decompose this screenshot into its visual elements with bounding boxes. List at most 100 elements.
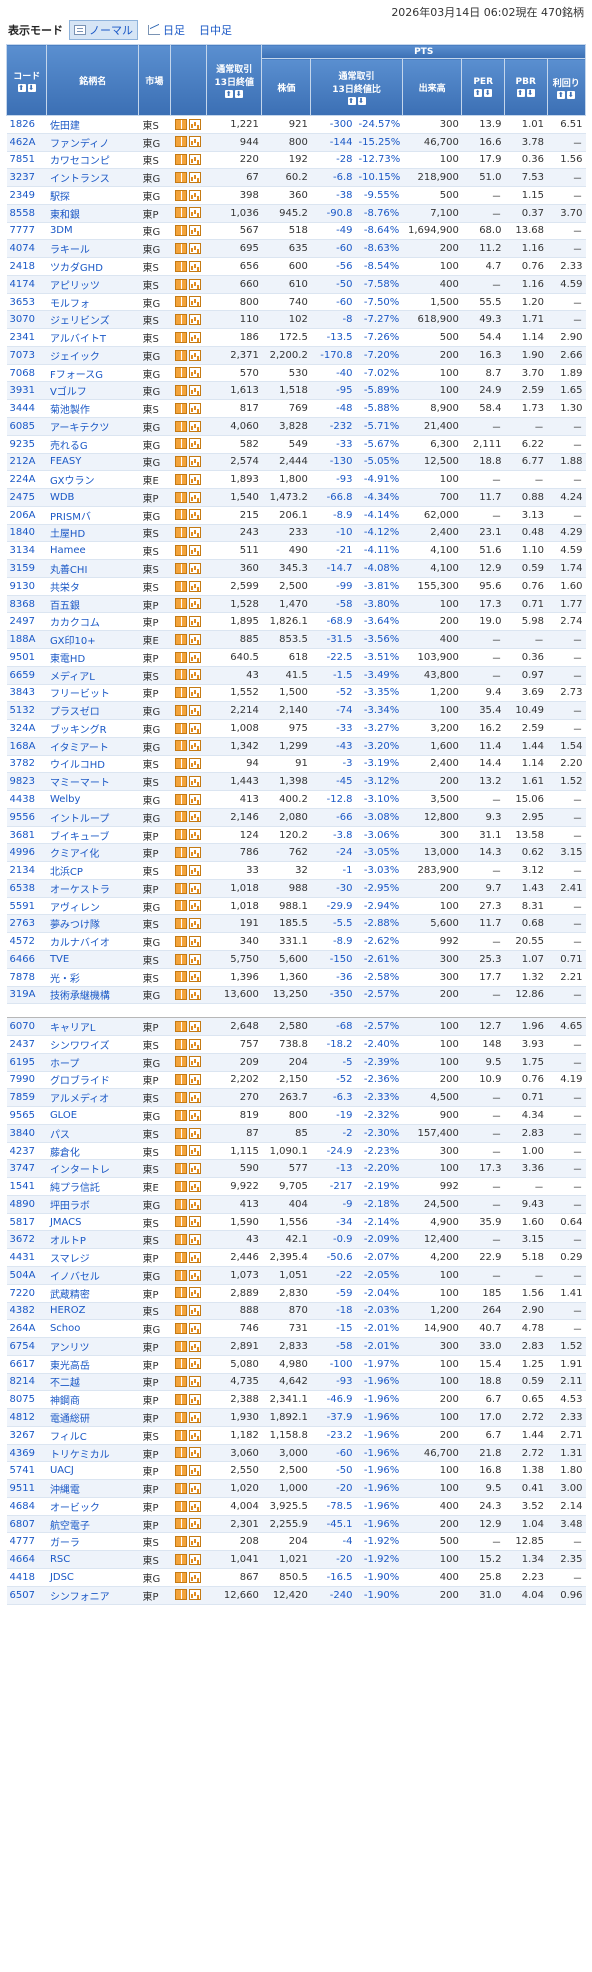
book-icon[interactable] — [175, 509, 188, 521]
stock-name-link[interactable]: シンワワイズ — [46, 1035, 139, 1054]
table-row[interactable]: 3747 インタートレ 東S 590 577 -13 -2.20% 100 17.3 3.36 － — [6, 1159, 586, 1179]
header-close[interactable]: 通常取引 13日終値 ⬆ ⬇ — [206, 44, 263, 116]
stock-code-link[interactable]: 224A — [6, 470, 47, 490]
stock-name-link[interactable]: 沖縄電 — [46, 1479, 139, 1498]
chart-icon[interactable] — [189, 207, 202, 219]
sort-asc-icon[interactable]: ⬆ — [225, 90, 234, 98]
table-row[interactable]: 3267 フィルC 東S 1,182 1,158.8 -23.2 -1.96% 200 6.7 1… — [6, 1426, 586, 1445]
table-row[interactable]: 4890 坪田ラボ 東G 413 404 -9 -2.18% 24,500 － 9.43 － — [6, 1195, 586, 1214]
table-row[interactable]: 5741 UACJ 東P 2,550 2,500 -50 -1.96% 100 16.8 1.38… — [6, 1461, 586, 1481]
stock-code-link[interactable]: 4369 — [6, 1444, 47, 1463]
book-icon[interactable] — [175, 616, 188, 628]
chart-icon[interactable] — [189, 314, 202, 326]
table-row[interactable]: 9823 マミーマート 東S 1,443 1,398 -45 -3.12% 200 13.2 1.… — [6, 772, 586, 792]
stock-name-link[interactable]: アーキテクツ — [46, 417, 139, 436]
chart-icon[interactable] — [189, 1340, 202, 1352]
stock-code-link[interactable]: 2349 — [6, 186, 47, 205]
table-row[interactable]: 2349 駅探 東G 398 360 -38 -9.55% 500 － 1.15 － — [6, 186, 586, 205]
book-icon[interactable] — [175, 260, 188, 272]
chart-icon[interactable] — [189, 473, 202, 485]
stock-code-link[interactable]: 2341 — [6, 328, 47, 347]
stock-name-link[interactable]: フリービット — [46, 684, 139, 703]
book-icon[interactable] — [175, 598, 188, 610]
book-icon[interactable] — [175, 1216, 188, 1228]
sort-pbr-controls[interactable]: ⬆ ⬇ — [505, 89, 547, 97]
stock-code-link[interactable]: 5741 — [6, 1461, 47, 1481]
stock-name-link[interactable]: クミアイ化 — [46, 843, 139, 863]
stock-name-link[interactable]: 武蔵精密 — [46, 1284, 139, 1303]
stock-name-link[interactable]: フィルC — [46, 1426, 139, 1445]
book-icon[interactable] — [175, 1038, 188, 1050]
stock-code-link[interactable]: 6070 — [6, 1017, 47, 1037]
stock-name-link[interactable]: PRISMバ — [46, 506, 139, 525]
book-icon[interactable] — [175, 793, 188, 805]
stock-name-link[interactable]: 不二越 — [46, 1373, 139, 1392]
chart-icon[interactable] — [189, 1411, 202, 1423]
table-row[interactable]: 3931 Vゴルフ 東G 1,613 1,518 -95 -5.89% 100 24.9 2.59… — [6, 381, 586, 401]
book-icon[interactable] — [175, 1198, 188, 1210]
stock-code-link[interactable]: 4418 — [6, 1568, 47, 1587]
stock-code-link[interactable]: 4664 — [6, 1550, 47, 1570]
book-icon[interactable] — [175, 402, 188, 414]
table-row[interactable]: 5132 プラスゼロ 東G 2,214 2,140 -74 -3.34% 100 35.4 10.… — [6, 701, 586, 721]
stock-name-link[interactable]: 東和銀 — [46, 204, 139, 223]
stock-code-link[interactable]: 9501 — [6, 648, 47, 667]
stock-name-link[interactable]: 技術承継機構 — [46, 986, 139, 1005]
stock-name-link[interactable]: RSC — [46, 1550, 139, 1570]
stock-code-link[interactable]: 6538 — [6, 879, 47, 898]
book-icon[interactable] — [175, 651, 188, 663]
book-icon[interactable] — [175, 367, 188, 379]
stock-code-link[interactable]: 504A — [6, 1266, 47, 1285]
stock-name-link[interactable]: 佐田建 — [46, 115, 139, 134]
book-icon[interactable] — [175, 989, 188, 1001]
chart-icon[interactable] — [189, 989, 202, 1001]
sort-asc-icon[interactable]: ⬆ — [17, 83, 26, 92]
stock-code-link[interactable]: 4812 — [6, 1408, 47, 1427]
stock-code-link[interactable]: 7073 — [6, 346, 47, 365]
chart-icon[interactable] — [189, 1038, 202, 1050]
stock-name-link[interactable]: カカクコム — [46, 612, 139, 632]
book-icon[interactable] — [175, 1500, 188, 1512]
sort-desc-icon[interactable]: ⬇ — [235, 90, 244, 98]
chart-icon[interactable] — [189, 1500, 202, 1512]
book-icon[interactable] — [175, 722, 188, 734]
table-row[interactable]: 8075 神鋼商 東P 2,388 2,341.1 -46.9 -1.96% 200 6.7 0.… — [6, 1390, 586, 1410]
stock-code-link[interactable]: 4431 — [6, 1248, 47, 1267]
chart-icon[interactable] — [189, 456, 202, 468]
book-icon[interactable] — [175, 580, 188, 592]
chart-icon[interactable] — [189, 1447, 202, 1459]
stock-name-link[interactable]: ジェリビンズ — [46, 310, 139, 330]
stock-name-link[interactable]: 百五銀 — [46, 595, 139, 614]
chart-icon[interactable] — [189, 882, 202, 894]
chart-icon[interactable] — [189, 1127, 202, 1139]
stock-name-link[interactable]: アヴィレン — [46, 897, 139, 916]
table-row[interactable]: 8214 不二越 東P 4,735 4,642 -93 -1.96% 100 18.8 0.59 2… — [6, 1373, 586, 1392]
table-row[interactable]: 4382 HEROZ 東S 888 870 -18 -2.03% 1,200 264 2.90 － — [6, 1302, 586, 1321]
table-row[interactable]: 4438 Welby 東G 413 400.2 -12.8 -3.10% 3,500 － 15.0… — [6, 790, 586, 809]
table-row[interactable]: 6617 東光高岳 東P 5,080 4,980 -100 -1.97% 100 15.4 1.2… — [6, 1355, 586, 1374]
chart-icon[interactable] — [189, 527, 202, 539]
table-row[interactable]: 3070 ジェリビンズ 東S 110 102 -8 -7.27% 618,900 49.3 1.7… — [6, 310, 586, 330]
stock-code-link[interactable]: 8214 — [6, 1373, 47, 1392]
stock-code-link[interactable]: 4890 — [6, 1195, 47, 1214]
chart-icon[interactable] — [189, 740, 202, 752]
book-icon[interactable] — [175, 242, 188, 254]
book-icon[interactable] — [175, 900, 188, 912]
book-icon[interactable] — [175, 971, 188, 983]
book-icon[interactable] — [175, 1091, 188, 1103]
table-row[interactable]: 3444 菊池製作 東S 817 769 -48 -5.88% 8,900 58.4 1.73 1.… — [6, 399, 586, 419]
stock-name-link[interactable]: イタミアート — [46, 737, 139, 756]
chart-icon[interactable] — [189, 331, 202, 343]
stock-code-link[interactable]: 6807 — [6, 1515, 47, 1534]
book-icon[interactable] — [175, 171, 188, 183]
stock-name-link[interactable]: 3DM — [46, 222, 139, 241]
table-row[interactable]: 4664 RSC 東S 1,041 1,021 -20 -1.92% 100 15.2 1.34 2… — [6, 1550, 586, 1570]
stock-name-link[interactable]: イノバセル — [46, 1266, 139, 1285]
stock-code-link[interactable]: 2418 — [6, 257, 47, 276]
book-icon[interactable] — [175, 1518, 188, 1530]
book-icon[interactable] — [175, 1109, 188, 1121]
stock-name-link[interactable]: 坪田ラボ — [46, 1195, 139, 1214]
header-yield[interactable]: 利回り ⬆ ⬇ — [546, 58, 587, 116]
stock-code-link[interactable]: 1840 — [6, 524, 47, 543]
stock-name-link[interactable]: スマレジ — [46, 1248, 139, 1267]
